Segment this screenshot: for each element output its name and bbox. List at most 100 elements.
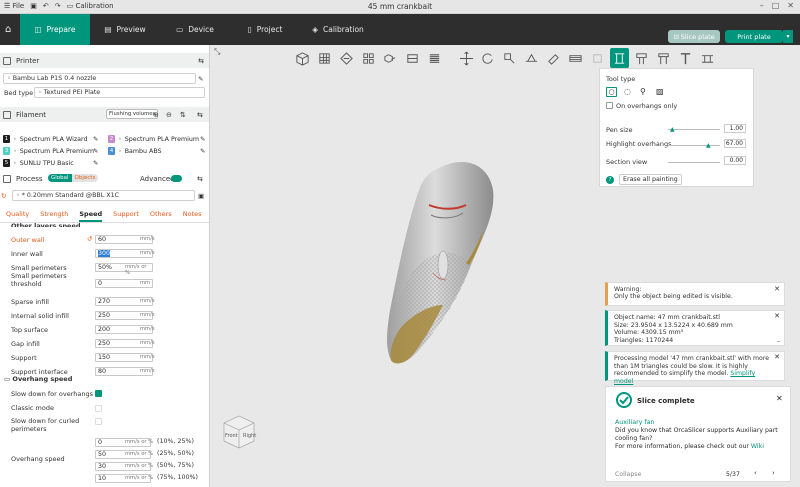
filament-item[interactable]: 3 ◦ Spectrum PLA Premium ✎: [3, 146, 103, 156]
slice-plate-button[interactable]: ⊡ Slice plate: [668, 30, 720, 43]
sync-filament-icon[interactable]: ⇅: [180, 111, 186, 119]
speed-row-label: Support: [11, 354, 37, 362]
filament-edit-icon[interactable]: ✎: [93, 148, 98, 155]
save-profile-icon[interactable]: ▣: [198, 192, 204, 200]
scale-tool[interactable]: [500, 48, 520, 68]
wiki-link[interactable]: Wiki: [751, 443, 764, 450]
tab-calibration[interactable]: ◈ Calibration: [300, 14, 376, 45]
layers-tool[interactable]: [425, 48, 445, 68]
color-paint-tool[interactable]: [631, 48, 651, 68]
filament-item[interactable]: 1 ◦ Spectrum PLA Wizard ✎: [3, 134, 103, 144]
rotate-tool[interactable]: [478, 48, 498, 68]
home-icon[interactable]: ⌂: [0, 14, 20, 45]
global-option[interactable]: Global: [48, 174, 72, 182]
split-parts-tool[interactable]: [403, 48, 423, 68]
sphere-brush-icon[interactable]: ◌: [624, 87, 631, 96]
reset-outer-wall-icon[interactable]: ↺: [87, 235, 92, 243]
curled-perimeters-checkbox[interactable]: [95, 418, 102, 425]
tab-project[interactable]: ▯ Project: [230, 14, 300, 45]
help-icon[interactable]: ?: [606, 176, 614, 184]
filament-item[interactable]: 5 ◦ SUNLU TPU Basic ✎: [3, 158, 103, 168]
on-overhangs-checkbox[interactable]: [606, 102, 613, 109]
gap-fill-icon[interactable]: ▨: [656, 87, 664, 96]
support-paint-tool[interactable]: [588, 48, 608, 68]
filament-item[interactable]: 4 ◦ Bambu ABS ✎: [108, 146, 208, 156]
warning-close-icon[interactable]: ✕: [774, 285, 780, 293]
highlight-slider-thumb[interactable]: ▲: [706, 142, 711, 149]
minimize-icon[interactable]: –: [760, 1, 764, 10]
processing-close-icon[interactable]: ✕: [774, 353, 780, 362]
tab-quality[interactable]: Quality: [6, 210, 29, 222]
collapse-sidebar-icon[interactable]: ⤡: [214, 47, 220, 57]
bed-type-select[interactable]: ◦ Textured PEI Plate: [34, 87, 205, 98]
tab-support[interactable]: Support: [113, 210, 139, 222]
add-plate-tool[interactable]: [315, 48, 335, 68]
tab-prepare[interactable]: ◫ Prepare: [20, 14, 90, 45]
split-objects-tool[interactable]: [381, 48, 401, 68]
tab-speed[interactable]: Speed: [79, 210, 103, 222]
object-info-collapse-icon[interactable]: –: [777, 338, 780, 346]
printer-select[interactable]: ◦ Bambu Lab P1S 0.4 nozzle: [3, 73, 196, 84]
close-icon[interactable]: ✕: [787, 1, 794, 10]
orient-tool[interactable]: [337, 48, 357, 68]
maximize-icon[interactable]: □: [772, 1, 780, 10]
erase-all-painting-button[interactable]: Erase all painting: [619, 174, 682, 185]
filament-settings-icon[interactable]: ⇆: [197, 111, 203, 119]
filament-edit-icon[interactable]: ✎: [200, 148, 205, 155]
tab-device[interactable]: ▭ Device: [160, 14, 230, 45]
print-plate-button[interactable]: Print plate: [725, 30, 783, 43]
calibration-icon: ◈: [312, 25, 318, 34]
filament-edit-icon[interactable]: ✎: [93, 136, 98, 143]
fill-bucket-icon[interactable]: ⚲: [640, 87, 646, 96]
pen-size-input[interactable]: 1.00: [724, 124, 746, 133]
object-info-close-icon[interactable]: ✕: [774, 312, 780, 321]
add-object-tool[interactable]: [293, 48, 313, 68]
tip-next-chevron-icon[interactable]: ›: [772, 469, 775, 477]
slice-complete-close-icon[interactable]: ✕: [776, 394, 783, 403]
print-dropdown-chevron-icon[interactable]: ▾: [783, 30, 793, 43]
classic-mode-checkbox[interactable]: [95, 405, 102, 412]
filament-item[interactable]: 2 ◦ Spectrum PLA Premium ✎: [108, 134, 208, 144]
pen-size-slider[interactable]: [668, 129, 720, 130]
cut-tool[interactable]: [544, 48, 564, 68]
arrange-tool[interactable]: [359, 48, 379, 68]
fuzzy-skin-tool[interactable]: [653, 48, 673, 68]
filament-number: 1: [3, 135, 10, 143]
filament-edit-icon[interactable]: ✎: [200, 136, 205, 143]
seam-paint-tool[interactable]: [609, 48, 630, 68]
view-cube[interactable]: Front Right: [219, 413, 259, 451]
tab-others[interactable]: Others: [150, 210, 172, 222]
flushing-volumes-button[interactable]: Flushing volumes: [106, 109, 159, 119]
move-tool[interactable]: [456, 48, 476, 68]
tab-strength[interactable]: Strength: [40, 210, 68, 222]
add-filament-icon[interactable]: ⊕: [153, 111, 159, 119]
highlight-slider[interactable]: [668, 145, 720, 146]
slow-down-overhangs-checkbox[interactable]: [95, 390, 102, 397]
circle-brush-icon[interactable]: ○: [606, 87, 617, 97]
printer-settings-icon[interactable]: ⇆: [198, 57, 204, 65]
objects-option[interactable]: Objects: [71, 174, 99, 182]
tab-notes[interactable]: Notes: [183, 210, 202, 222]
crankbait-model[interactable]: [371, 155, 531, 375]
process-profile-select[interactable]: ◦ * 0.20mm Standard @BBL X1C: [12, 190, 195, 201]
section-view-slider[interactable]: [668, 162, 720, 163]
tab-preview[interactable]: ▤ Preview: [90, 14, 160, 45]
tip-more-row: For more information, please check out o…: [615, 443, 790, 450]
speed-row-value: 250: [98, 312, 111, 319]
tip-prev-chevron-icon[interactable]: ‹: [754, 469, 757, 477]
global-objects-toggle[interactable]: Global Objects: [48, 174, 99, 182]
printer-edit-icon[interactable]: ✎: [198, 75, 203, 83]
remove-filament-icon[interactable]: ⊖: [166, 111, 172, 119]
text-tool[interactable]: [675, 48, 695, 68]
filament-edit-icon[interactable]: ✎: [93, 160, 98, 167]
section-view-input[interactable]: 0.00: [724, 156, 746, 165]
measure-tool[interactable]: [697, 48, 717, 68]
highlight-input[interactable]: 67.00: [724, 139, 746, 148]
object-info-notification: Object name: 47 mm crankbait.stl Size: 2…: [605, 310, 785, 346]
advanced-toggle[interactable]: [171, 175, 182, 182]
lay-on-face-tool[interactable]: [522, 48, 542, 68]
collapse-link[interactable]: Collapse: [615, 471, 641, 478]
mesh-boolean-tool[interactable]: [566, 48, 586, 68]
pen-size-slider-thumb[interactable]: ▲: [670, 126, 675, 133]
process-settings-icon[interactable]: ⇆: [197, 175, 203, 183]
